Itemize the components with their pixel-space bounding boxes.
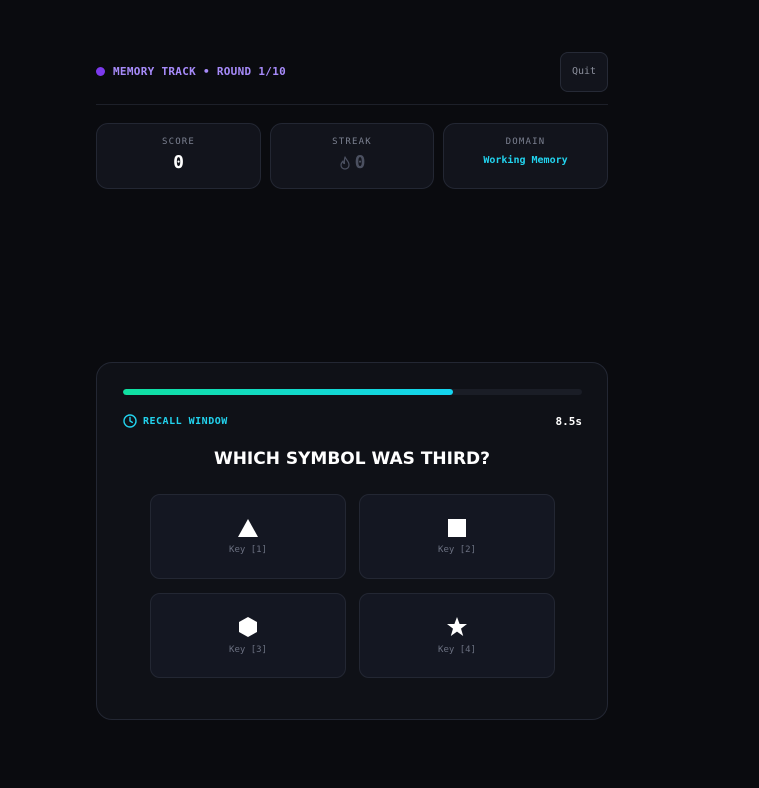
recall-row: RECALL WINDOW 8.5s: [123, 413, 582, 429]
option-key-label: Key [3]: [229, 645, 267, 655]
status-dot-icon: [96, 67, 105, 76]
header-divider: [96, 104, 608, 105]
triangle-icon: [238, 519, 258, 537]
countdown-timer: 8.5s: [555, 414, 583, 428]
option-triangle-button[interactable]: Key [1]: [150, 494, 346, 579]
hexagon-icon: [239, 617, 257, 637]
recall-progress-bar: [123, 389, 582, 395]
streak-display: 0: [271, 152, 433, 173]
streak-card: STREAK 0: [270, 123, 434, 189]
option-star-button[interactable]: Key [4]: [359, 593, 555, 678]
domain-value: Working Memory: [483, 155, 568, 166]
top-bar: MEMORY TRACK • ROUND 1/10 Quit: [96, 51, 608, 92]
streak-label: STREAK: [332, 137, 372, 147]
option-hexagon-button[interactable]: Key [3]: [150, 593, 346, 678]
domain-card: DOMAIN Working Memory: [443, 123, 608, 189]
question-text: WHICH SYMBOL WAS THIRD?: [213, 449, 491, 469]
star-icon: [447, 617, 467, 636]
track-indicator: MEMORY TRACK • ROUND 1/10: [96, 65, 286, 78]
clock-icon: [123, 414, 137, 428]
track-title: MEMORY TRACK • ROUND 1/10: [113, 65, 287, 78]
quit-button[interactable]: Quit: [560, 51, 608, 92]
flame-icon: [339, 155, 350, 170]
score-card: SCORE 0: [96, 123, 261, 189]
option-key-label: Key [2]: [438, 545, 476, 555]
option-square-button[interactable]: Key [2]: [359, 494, 555, 579]
recall-label: RECALL WINDOW: [143, 415, 228, 427]
score-label: SCORE: [161, 137, 196, 147]
domain-label: DOMAIN: [505, 137, 546, 147]
score-value: 0: [173, 152, 184, 173]
recall-window: RECALL WINDOW: [123, 414, 228, 428]
option-key-label: Key [4]: [438, 645, 476, 655]
recall-progress-fill: [123, 389, 454, 395]
option-key-label: Key [1]: [229, 545, 267, 555]
streak-value: 0: [354, 152, 366, 173]
challenge-card: RECALL WINDOW 8.5s WHICH SYMBOL WAS THIR…: [96, 362, 608, 720]
square-icon: [448, 519, 466, 537]
